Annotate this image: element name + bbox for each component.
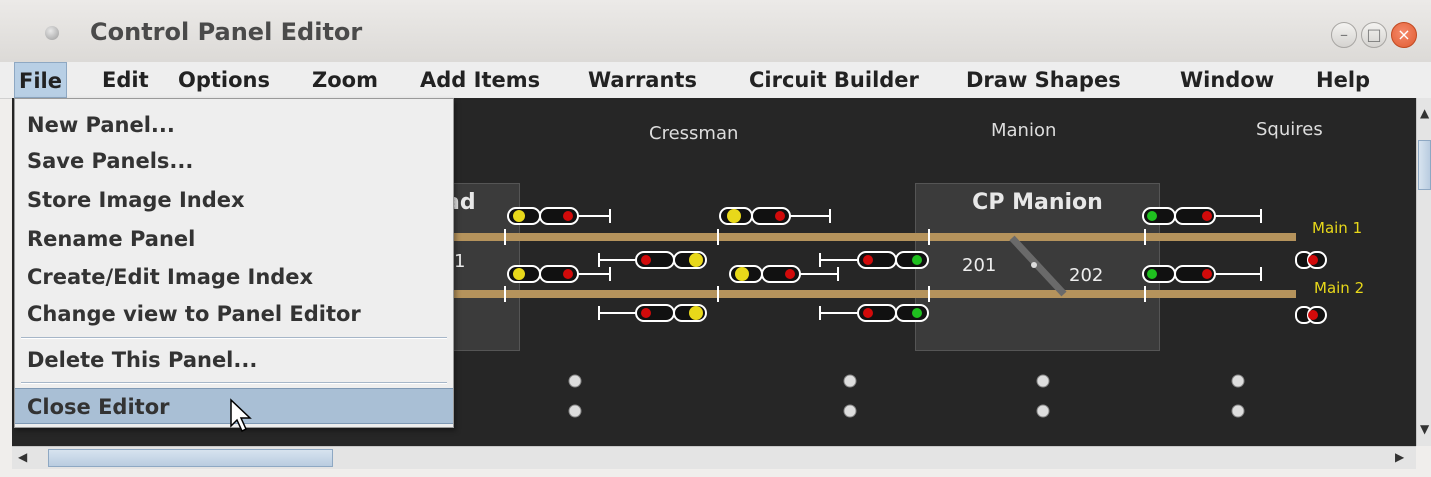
signal-mast[interactable] — [507, 265, 611, 283]
menu-bar: File Edit Options Zoom Add Items Warrant… — [0, 62, 1431, 99]
menu-edit[interactable]: Edit — [98, 62, 153, 98]
block-number-202: 202 — [1069, 265, 1104, 286]
menu-item-change-view[interactable]: Change view to Panel Editor — [15, 296, 453, 332]
signal-mast[interactable] — [1295, 306, 1327, 324]
signal-mast[interactable] — [1295, 251, 1327, 269]
scroll-right-icon[interactable]: ▶ — [1395, 450, 1404, 464]
menu-circuit-builder[interactable]: Circuit Builder — [745, 62, 923, 98]
menu-help[interactable]: Help — [1312, 62, 1374, 98]
menu-zoom[interactable]: Zoom — [308, 62, 382, 98]
menu-item-rename-panel[interactable]: Rename Panel — [15, 221, 453, 257]
vertical-scrollbar[interactable]: ▲ ▼ — [1416, 98, 1431, 446]
signal-mast[interactable] — [598, 304, 707, 322]
menu-item-save-panels[interactable]: Save Panels... — [15, 143, 453, 179]
menu-separator — [21, 337, 447, 339]
track-main-1 — [442, 233, 1296, 241]
signal-mast[interactable] — [507, 207, 611, 225]
menu-file[interactable]: File — [14, 62, 67, 98]
menu-warrants[interactable]: Warrants — [584, 62, 701, 98]
menu-add-items[interactable]: Add Items — [416, 62, 544, 98]
menu-item-delete-panel[interactable]: Delete This Panel... — [15, 342, 453, 378]
window-icon — [45, 26, 59, 40]
signal-mast[interactable] — [598, 251, 707, 269]
menu-separator — [21, 382, 447, 384]
track-label-main-1: Main 1 — [1312, 219, 1363, 237]
menu-window[interactable]: Window — [1176, 62, 1278, 98]
vertical-scroll-thumb[interactable] — [1418, 140, 1431, 190]
block-number-1: 1 — [454, 251, 466, 272]
title-bar[interactable]: Control Panel Editor – □ × — [0, 0, 1431, 63]
crossover — [1009, 235, 1067, 297]
mouse-cursor-icon — [230, 398, 252, 433]
menu-item-create-edit-image-index[interactable]: Create/Edit Image Index — [15, 259, 453, 295]
window-title: Control Panel Editor — [90, 18, 363, 46]
signal-mast[interactable] — [719, 207, 831, 225]
menu-item-new-panel[interactable]: New Panel... — [15, 107, 453, 143]
block-number-201: 201 — [962, 255, 997, 276]
signal-mast[interactable] — [819, 251, 929, 269]
signal-mast[interactable] — [819, 304, 929, 322]
indicator-dots[interactable] — [568, 374, 1245, 418]
scroll-down-icon[interactable]: ▼ — [1420, 422, 1429, 436]
scroll-left-icon[interactable]: ◀ — [18, 450, 27, 464]
file-menu-dropdown: New Panel... Save Panels... Store Image … — [14, 98, 454, 428]
track-main-2 — [442, 290, 1296, 298]
scroll-up-icon[interactable]: ▲ — [1420, 106, 1429, 120]
maximize-icon[interactable]: □ — [1361, 22, 1387, 48]
menu-options[interactable]: Options — [174, 62, 274, 98]
menu-draw-shapes[interactable]: Draw Shapes — [962, 62, 1125, 98]
horizontal-scrollbar[interactable]: ◀ ▶ — [12, 446, 1416, 469]
signal-mast[interactable] — [729, 265, 839, 283]
signal-mast[interactable] — [1142, 207, 1262, 225]
horizontal-scroll-thumb[interactable] — [48, 449, 333, 467]
menu-item-store-image-index[interactable]: Store Image Index — [15, 182, 453, 218]
track-label-main-2: Main 2 — [1314, 279, 1365, 297]
close-icon[interactable]: × — [1391, 22, 1417, 48]
minimize-icon[interactable]: – — [1331, 22, 1357, 48]
signal-mast[interactable] — [1142, 265, 1262, 283]
